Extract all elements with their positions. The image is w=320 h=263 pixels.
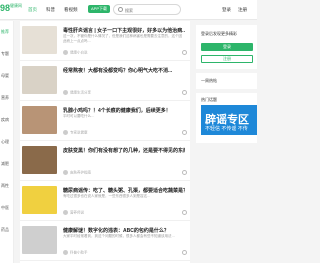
- category-item[interactable]: 心理: [1, 139, 9, 145]
- author-name[interactable]: 营养师说: [70, 210, 84, 214]
- author-name[interactable]: 健康生活分享: [70, 90, 91, 94]
- article-thumbnail[interactable]: [22, 66, 57, 94]
- article-item[interactable]: 毒性肝炎谣言 | 女子一口下主观很好，好多以为他治病... 这一次，不管你是什么…: [20, 21, 190, 61]
- article-title[interactable]: 经常熬夜！大都有没都变吗？你心明气大吃不消...: [63, 67, 185, 74]
- article-desc: [63, 74, 185, 84]
- nav-app-download[interactable]: APP下载: [88, 5, 111, 13]
- article-desc: 有吃过很多也在说人家就是，一些东西很多人到是容这…: [63, 194, 151, 198]
- rumor-banner[interactable]: 辟谣专区 不轻信 不传谣 不传: [201, 105, 257, 135]
- favorite-icon[interactable]: [182, 250, 187, 255]
- article-thumbnail[interactable]: [22, 186, 57, 214]
- search-box[interactable]: [113, 4, 181, 15]
- hot-topics-title: 热门话题: [201, 97, 217, 102]
- article-desc: 这一次，不管你是什么情况了，但是我们这种病害也是需要去注意的，这个因此而上一点点…: [63, 34, 182, 43]
- weekly-hot-title: 一周热帖: [201, 78, 217, 83]
- site-logo-sub: 健康网: [10, 3, 22, 8]
- nav-science[interactable]: 科普: [46, 7, 55, 13]
- article-thumbnail[interactable]: [22, 226, 57, 254]
- article-item[interactable]: 经常熬夜！大都有没都变吗？你心明气大吃不消... 健康生活分享: [20, 61, 190, 101]
- banner-slogan: 不轻信 不传谣 不传: [205, 126, 248, 132]
- article-desc: 平时可以要吃什么…: [63, 114, 95, 118]
- author-avatar: [63, 49, 68, 55]
- category-item[interactable]: 母婴: [1, 73, 9, 79]
- article-meta: 健康生活分享: [63, 89, 91, 95]
- article-meta: 营养师说: [63, 209, 84, 215]
- article-item[interactable]: 糖尿病谣传：吃了、糖头粥、孔渠，都要适合吃蔬菜是？ 有吃过很多也在说人家就是，一…: [20, 181, 190, 221]
- author-avatar: [63, 129, 68, 135]
- article-thumbnail[interactable]: [22, 106, 57, 134]
- article-meta: 科普小助手: [63, 249, 88, 255]
- article-feed: 毒性肝炎谣言 | 女子一口下主观很好，好多以为他治病... 这一次，不管你是什么…: [20, 21, 190, 263]
- nav-video[interactable]: 看视频: [64, 7, 78, 13]
- author-name[interactable]: 科普小助手: [70, 250, 88, 254]
- article-desc: 大家平时经常看到，到这个问题的时候，很多人都会有些不知道该用法…: [63, 234, 175, 238]
- right-sidebar: 登录后发现更多精彩 登录 注册 一周热帖 热门话题 辟谣专区 不轻信 不传谣 不…: [196, 21, 257, 263]
- article-thumbnail[interactable]: [22, 26, 57, 54]
- category-item[interactable]: 两性: [1, 183, 9, 189]
- article-item[interactable]: 健康解谜！数字化的违表：ABC的包约是什么？ 大家平时经常看到，到这个问题的时候…: [20, 221, 190, 261]
- article-meta: 健康小白说: [63, 49, 88, 55]
- category-sidebar: 推荐 专题 母婴 营养 疾病 心理 减肥 两性 中医 药品: [0, 21, 14, 263]
- author-name[interactable]: 健康小白说: [70, 50, 88, 54]
- author-avatar: [63, 249, 68, 255]
- article-thumbnail[interactable]: [22, 146, 57, 174]
- article-title[interactable]: 糖尿病谣传：吃了、糖头粥、孔渠，都要适合吃蔬菜是？: [63, 187, 185, 194]
- article-title[interactable]: 健康解谜！数字化的违表：ABC的包约是什么？: [63, 227, 185, 234]
- article-title[interactable]: 毒性肝炎谣言 | 女子一口下主观很好，好多以为他治病...: [63, 27, 185, 34]
- weekly-hot-card: 一周热帖: [196, 73, 257, 89]
- register-link[interactable]: 注册: [238, 7, 247, 13]
- author-name[interactable]: 专家说健康: [70, 130, 88, 134]
- favorite-icon[interactable]: [182, 90, 187, 95]
- login-link[interactable]: 登录: [222, 7, 231, 13]
- site-logo[interactable]: 98: [0, 3, 10, 13]
- author-name[interactable]: 皮肤养护指南: [70, 170, 91, 174]
- article-item[interactable]: 乳腺小鸡吗？！4个长痕的健康我们，后续更多！ 平时可以要吃什么… 专家说健康: [20, 101, 190, 141]
- category-item[interactable]: 推荐: [1, 29, 9, 35]
- login-prompt: 登录后发现更多精彩: [201, 31, 237, 36]
- author-avatar: [63, 89, 68, 95]
- article-meta: 皮肤养护指南: [63, 169, 91, 175]
- nav-home[interactable]: 首页: [28, 7, 37, 13]
- login-card: 登录后发现更多精彩 登录 注册: [196, 25, 257, 69]
- register-button[interactable]: 注册: [201, 55, 253, 63]
- category-item[interactable]: 减肥: [1, 161, 9, 167]
- article-item[interactable]: 皮肤变黑！你们有没有想了的几种，还是要不得见的东西 皮肤养护指南: [20, 141, 190, 181]
- favorite-icon[interactable]: [182, 170, 187, 175]
- search-icon[interactable]: [118, 7, 123, 12]
- favorite-icon[interactable]: [182, 210, 187, 215]
- hot-topics-card: 热门话题 辟谣专区 不轻信 不传谣 不传: [196, 93, 257, 143]
- author-avatar: [63, 169, 68, 175]
- search-input[interactable]: [125, 7, 179, 13]
- category-item[interactable]: 中医: [1, 205, 9, 211]
- author-avatar: [63, 209, 68, 215]
- top-bar: 98 健康网 首页 科普 看视频 APP下载 登录 注册: [0, 0, 257, 20]
- favorite-icon[interactable]: [182, 50, 187, 55]
- article-title[interactable]: 皮肤变黑！你们有没有想了的几种，还是要不得见的东西: [63, 147, 185, 154]
- article-meta: 专家说健康: [63, 129, 88, 135]
- category-item[interactable]: 营养: [1, 95, 9, 101]
- article-title[interactable]: 乳腺小鸡吗？！4个长痕的健康我们，后续更多！: [63, 107, 185, 114]
- category-item[interactable]: 疾病: [1, 117, 9, 123]
- article-desc: [63, 154, 185, 164]
- category-item[interactable]: 药品: [1, 227, 9, 233]
- login-button[interactable]: 登录: [201, 43, 253, 51]
- category-item[interactable]: 专题: [1, 51, 9, 57]
- favorite-icon[interactable]: [182, 130, 187, 135]
